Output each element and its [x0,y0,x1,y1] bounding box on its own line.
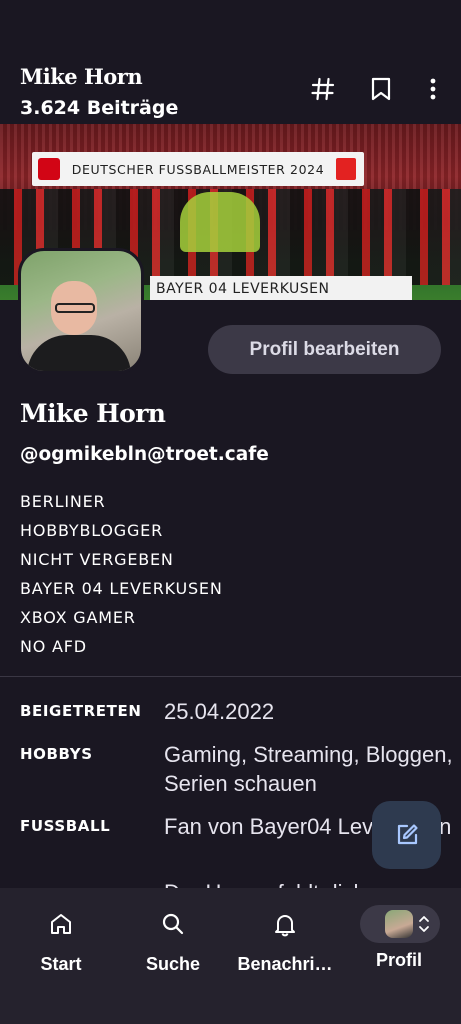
field-value: Gaming, Streaming, Bloggen, Serien schau… [164,742,453,796]
banner-board: BAYER 04 LEVERKUSEN [150,276,412,300]
nav-label: Start [40,954,82,974]
banner-sign-text: DEUTSCHER FUSSBALLMEISTER 2024 [71,161,325,177]
bio-line: NICHT VERGEBEN [20,550,174,569]
hashtag-icon[interactable] [308,72,338,106]
more-vertical-icon[interactable] [418,72,448,106]
field-key: BEIGETRETEN [20,702,142,720]
edit-profile-button[interactable]: Profil bearbeiten [208,325,441,374]
bundesliga-logo-icon [38,158,60,180]
bottom-navigation: Start Suche Benachri… Profil [0,888,461,1024]
club-crest-icon [336,158,356,180]
search-icon [162,913,184,935]
bio-line: BAYER 04 LEVERKUSEN [20,579,223,598]
field-key: HOBBYS [20,745,93,763]
bio-line: HOBBYBLOGGER [20,521,164,540]
nav-label: Suche [145,954,201,974]
nav-item-notifications[interactable]: Benachri… [230,910,340,975]
bell-icon [275,915,295,937]
field-value: 25.04.2022 [164,699,275,724]
divider [0,676,461,677]
profile-avatar[interactable] [18,248,144,374]
bio-line: NO AFD [20,637,87,656]
bio-line: XBOX GAMER [20,608,136,627]
bio-line: BERLINER [20,492,106,511]
avatar-glasses [55,303,95,313]
nav-label: Profil [375,950,422,970]
profile-switcher[interactable] [360,905,440,943]
avatar-shirt [27,335,131,371]
banner-sign: DEUTSCHER FUSSBALLMEISTER 2024 [32,152,364,186]
edit-icon [397,824,418,845]
account-handle[interactable]: @ogmikebln@troet.cafe [20,444,269,465]
nav-item-search[interactable]: Suche [118,910,228,975]
appbar-post-count: 3.624 Beiträge [20,97,179,119]
banner-goalkeeper [180,192,260,252]
compose-button[interactable] [372,801,441,869]
home-icon [51,914,71,934]
banner-board-text: BAYER 04 LEVERKUSEN [156,281,330,297]
chevron-updown-icon [419,916,429,932]
nav-item-profile[interactable]: Profil [344,950,454,971]
appbar-title: Mike Horn [20,64,143,89]
field-key: FUSSBALL [20,817,111,835]
top-app-bar: Mike Horn 3.624 Beiträge [0,0,461,124]
nav-item-start[interactable]: Start [6,910,116,975]
bookmark-icon[interactable] [366,72,396,106]
avatar [385,910,413,938]
display-name: Mike Horn [20,399,166,428]
nav-label: Benachri… [237,954,333,974]
profile-bio: BERLINER HOBBYBLOGGER NICHT VERGEBEN BAY… [20,487,223,661]
